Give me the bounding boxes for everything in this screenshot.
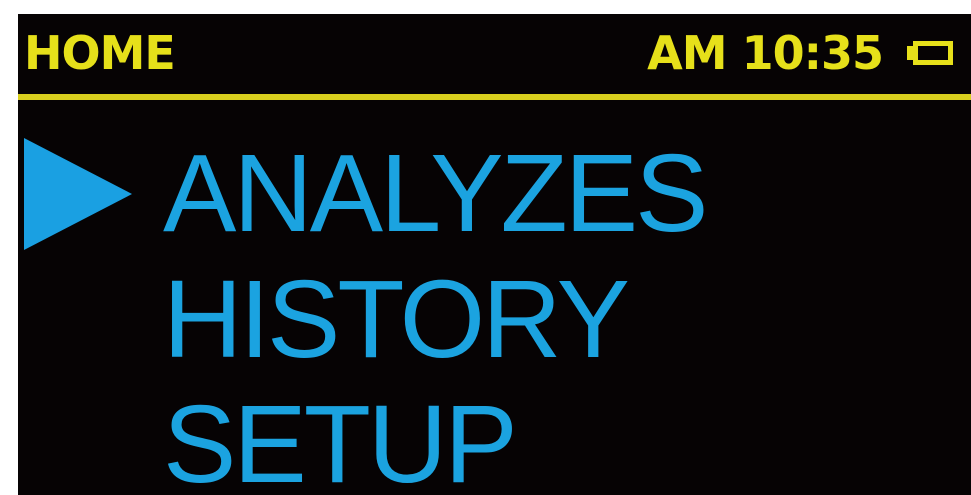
clock-time: AM 10:35 [647,26,884,80]
device-screen: HOME AM 10:35 ANALYZES HISTORY SETUP [18,14,971,495]
menu-item-analyzes[interactable]: ANALYZES [163,134,708,254]
menu-item-history[interactable]: HISTORY [163,260,630,380]
battery-body [913,41,953,65]
screen-title: HOME [24,26,176,80]
status-right-group: AM 10:35 [647,18,965,88]
selection-arrow-icon [24,138,132,250]
battery-icon [907,38,965,68]
status-bar: HOME AM 10:35 [18,14,971,94]
menu-item-setup[interactable]: SETUP [163,385,518,495]
main-menu: ANALYZES HISTORY SETUP [18,100,971,495]
